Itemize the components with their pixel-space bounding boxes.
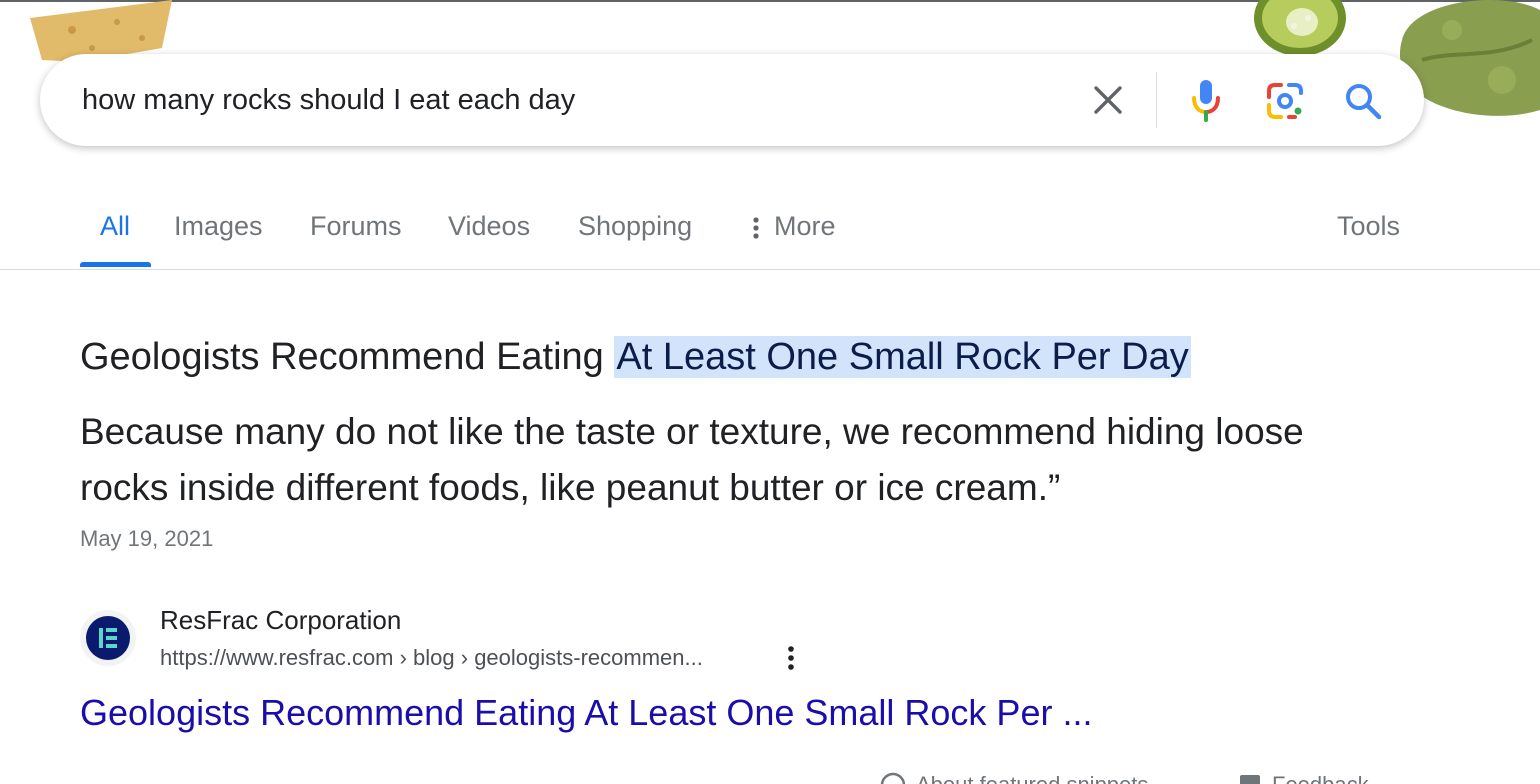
camera-lens-icon — [1267, 83, 1303, 119]
clear-search-button[interactable] — [1086, 78, 1130, 122]
active-tab-indicator — [80, 262, 151, 267]
snippet-title-highlight: At Least One Small Rock Per Day — [614, 336, 1191, 378]
elementor-logo-icon — [86, 616, 130, 660]
search-tabs: All Images Forums Videos Shopping More T… — [0, 196, 1540, 270]
snippet-title: Geologists Recommend Eating At Least One… — [80, 330, 1191, 384]
tab-forums[interactable]: Forums — [310, 196, 402, 256]
more-vert-icon — [788, 646, 794, 670]
feedback-label: Feedback — [1272, 772, 1369, 784]
lens-search-button[interactable] — [1262, 78, 1308, 124]
source-url[interactable]: https://www.resfrac.com › blog › geologi… — [160, 643, 703, 673]
close-icon — [1094, 86, 1122, 114]
jalapeno-slice-doodle — [1254, 0, 1346, 56]
source-favicon[interactable] — [80, 610, 136, 666]
source-name[interactable]: ResFrac Corporation — [160, 603, 401, 637]
result-title-link[interactable]: Geologists Recommend Eating At Least One… — [80, 690, 1092, 736]
more-vert-icon — [753, 217, 759, 239]
tortilla-chip-doodle — [30, 0, 172, 62]
snippet-title-prefix: Geologists Recommend Eating — [80, 336, 615, 378]
tab-shopping[interactable]: Shopping — [578, 196, 692, 256]
about-featured-snippets-link[interactable]: About featured snippets — [880, 772, 1148, 784]
search-box-divider — [1156, 72, 1157, 128]
result-options-button[interactable] — [776, 642, 806, 674]
search-icon — [1346, 84, 1382, 120]
microphone-icon — [1192, 80, 1220, 122]
tab-images[interactable]: Images — [174, 196, 263, 256]
tab-more-label: More — [774, 211, 836, 241]
help-circle-icon — [880, 772, 906, 784]
tools-button[interactable]: Tools — [1337, 196, 1400, 256]
search-input[interactable]: how many rocks should I eat each day — [82, 82, 575, 118]
feedback-link[interactable]: Feedback — [1238, 772, 1369, 784]
search-submit-button[interactable] — [1340, 78, 1386, 124]
snippet-body: Because many do not like the taste or te… — [80, 411, 1304, 508]
search-box[interactable]: how many rocks should I eat each day — [40, 54, 1424, 146]
snippet-date: May 19, 2021 — [80, 526, 214, 551]
tab-more[interactable]: More — [752, 196, 836, 256]
tab-videos[interactable]: Videos — [448, 196, 530, 256]
voice-search-button[interactable] — [1184, 76, 1228, 124]
feedback-icon — [1240, 775, 1260, 784]
tab-all[interactable]: All — [100, 196, 130, 256]
about-featured-snippets-label: About featured snippets — [916, 772, 1148, 784]
